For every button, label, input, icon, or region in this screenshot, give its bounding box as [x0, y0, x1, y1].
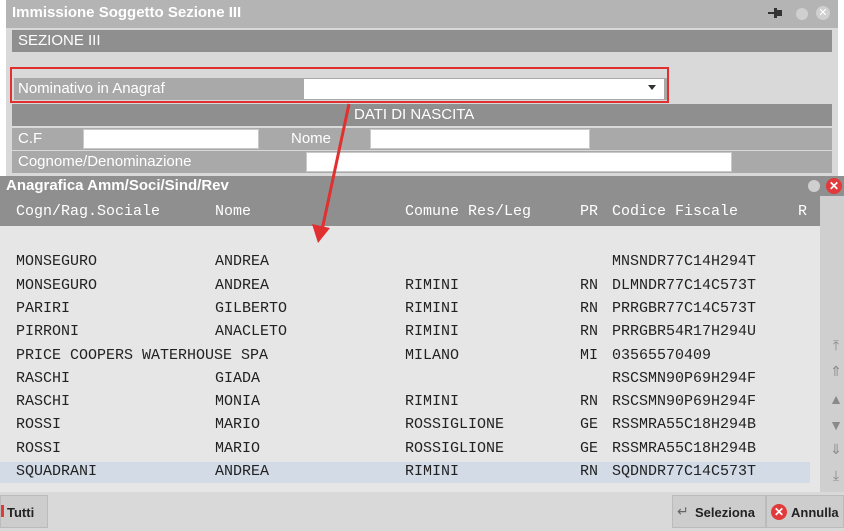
nome-label: Nome	[291, 130, 332, 147]
cell-nome: ANDREA	[215, 253, 270, 271]
pin-icon[interactable]	[768, 6, 784, 20]
cell-cf: PRRGBR77C14C573T	[612, 299, 757, 317]
minimize-icon[interactable]	[808, 180, 820, 192]
table-row[interactable]: RASCHI MONIA RIMINI RN RSCSMN90P69H294F	[0, 392, 810, 413]
close-icon[interactable]: ✕	[816, 6, 830, 20]
cell-pr: RN	[580, 393, 599, 411]
cell-comune: RIMINI	[405, 299, 460, 317]
cell-comune: RIMINI	[405, 323, 460, 341]
section-title: SEZIONE III	[18, 32, 101, 49]
cognome-label: Cognome/Denominazione	[18, 153, 192, 170]
cell-cogn: ROSSI	[16, 439, 62, 457]
cell-nome: ANACLETO	[215, 323, 288, 341]
tutti-label: Tutti	[7, 505, 35, 520]
section-bar	[12, 30, 832, 52]
cell-pr: MI	[580, 346, 599, 364]
cell-nome: GIADA	[215, 369, 261, 387]
column-header-cogn[interactable]: Cogn/Rag.Sociale	[16, 203, 160, 220]
cell-cogn: MONSEGURO	[16, 253, 98, 271]
cell-comune: ROSSIGLIONE	[405, 439, 505, 457]
cell-cogn: PIRRONI	[16, 323, 80, 341]
table-row[interactable]	[0, 229, 810, 250]
table-row[interactable]: RASCHI GIADA RSCSMN90P69H294F	[0, 369, 810, 390]
cell-cf: PRRGBR54R17H294U	[612, 323, 757, 341]
column-header-comune[interactable]: Comune Res/Leg	[405, 203, 531, 220]
cell-cf: RSSMRA55C18H294B	[612, 439, 757, 457]
cell-nome: MONIA	[215, 393, 261, 411]
cell-cf: RSSMRA55C18H294B	[612, 416, 757, 434]
cell-nome: ANDREA	[215, 276, 270, 294]
scroll-page-up-icon[interactable]: ⇑	[829, 364, 843, 378]
tutti-button[interactable]: Tutti	[0, 495, 48, 528]
cell-pr: RN	[580, 299, 599, 317]
cell-comune: MILANO	[405, 346, 460, 364]
cell-cf: RSCSMN90P69H294F	[612, 393, 757, 411]
cell-cogn: RASCHI	[16, 393, 71, 411]
cell-comune: RIMINI	[405, 393, 460, 411]
cell-pr: GE	[580, 416, 599, 434]
cell-pr: GE	[580, 439, 599, 457]
cf-label: C.F	[18, 130, 43, 147]
cancel-icon: ✕	[771, 504, 787, 520]
highlight-box	[10, 67, 669, 103]
table-row[interactable]: ROSSI MARIO ROSSIGLIONE GE RSSMRA55C18H294B	[0, 439, 810, 460]
cell-cf: RSCSMN90P69H294F	[612, 369, 757, 387]
table-row[interactable]: MONSEGURO ANDREA MNSNDR77C14H294T	[0, 252, 810, 273]
column-header-pr[interactable]: PR	[580, 203, 598, 220]
nascita-header: DATI DI NASCITA	[354, 106, 475, 123]
cell-cf: MNSNDR77C14H294T	[612, 253, 757, 271]
scroll-down-icon[interactable]: ▼	[829, 418, 843, 432]
seleziona-label: Seleziona	[695, 505, 755, 520]
tutti-marker-icon	[1, 505, 4, 517]
cell-cogn: RASCHI	[16, 369, 71, 387]
annulla-button[interactable]: ✕ Annulla	[766, 495, 844, 528]
cell-pr: RN	[580, 276, 599, 294]
column-header-cf[interactable]: Codice Fiscale	[612, 203, 738, 220]
enter-icon: ↵	[677, 503, 689, 519]
cell-cf: SQDNDR77C14C573T	[612, 463, 757, 480]
cell-nome: GILBERTO	[215, 299, 288, 317]
nome-field[interactable]	[370, 129, 590, 149]
cell-cf: 03565570409	[612, 346, 712, 364]
annulla-label: Annulla	[791, 505, 839, 520]
cell-nome: ANDREA	[215, 463, 270, 480]
table-row[interactable]: PRICE COOPERS WATERHOUSE SPA MILANO MI 0356…	[0, 346, 810, 367]
table-row[interactable]: PIRRONI ANACLETO RIMINI RN PRRGBR54R17H294U	[0, 322, 810, 343]
scroll-top-icon[interactable]: ⤒	[829, 338, 843, 352]
table-row[interactable]: PARIRI GILBERTO RIMINI RN PRRGBR77C14C573T	[0, 299, 810, 320]
cell-cogn: PRICE COOPERS WATERHOUSE SPA	[16, 346, 269, 364]
scroll-page-down-icon[interactable]: ⇓	[829, 442, 843, 456]
seleziona-button[interactable]: ↵ Seleziona	[672, 495, 766, 528]
minimize-icon[interactable]	[796, 8, 808, 20]
close-icon[interactable]: ✕	[826, 178, 842, 194]
cell-cogn: PARIRI	[16, 299, 71, 317]
dialog-title: Immissione Soggetto Sezione III	[12, 4, 242, 21]
cell-pr: RN	[580, 463, 599, 480]
list-title: Anagrafica Amm/Soci/Sind/Rev	[6, 177, 229, 194]
column-header-r[interactable]: R	[798, 203, 807, 220]
cell-cogn: MONSEGURO	[16, 276, 98, 294]
cell-comune: RIMINI	[405, 463, 460, 480]
cognome-field[interactable]	[306, 152, 732, 172]
cell-cogn: SQUADRANI	[16, 463, 98, 480]
cf-field[interactable]	[83, 129, 259, 149]
cell-nome: MARIO	[215, 416, 261, 434]
cell-comune: RIMINI	[405, 276, 460, 294]
scroll-up-icon[interactable]: ▲	[829, 392, 843, 406]
cell-comune: ROSSIGLIONE	[405, 416, 505, 434]
cell-cf: DLMNDR77C14C573T	[612, 276, 757, 294]
table-row[interactable]: SQUADRANI ANDREA RIMINI RN SQDNDR77C14C573T	[0, 462, 810, 483]
cell-cogn: ROSSI	[16, 416, 62, 434]
cell-pr: RN	[580, 323, 599, 341]
table-row[interactable]: ROSSI MARIO ROSSIGLIONE GE RSSMRA55C18H294B	[0, 415, 810, 436]
column-header-nome[interactable]: Nome	[215, 203, 251, 220]
cell-nome: MARIO	[215, 439, 261, 457]
table-row[interactable]: MONSEGURO ANDREA RIMINI RN DLMNDR77C14C573T	[0, 276, 810, 297]
scroll-bottom-icon[interactable]: ⤓	[829, 468, 843, 482]
